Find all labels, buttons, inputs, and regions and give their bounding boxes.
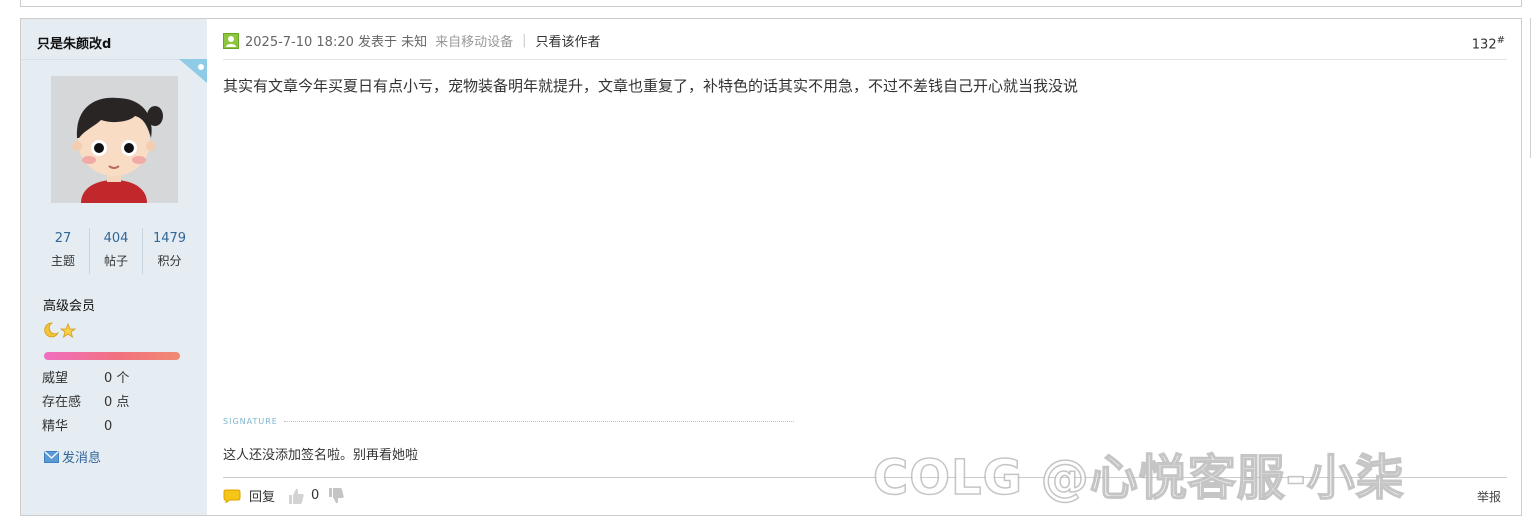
reply-button[interactable]: 回复 — [223, 486, 275, 505]
view-author-only-link[interactable]: 只看该作者 — [536, 31, 601, 50]
author-stats: 27 主题 404 帖子 1479 积分 — [37, 228, 197, 274]
stat-posts[interactable]: 404 帖子 — [90, 228, 143, 274]
stat-threads-value: 27 — [54, 231, 72, 246]
stat-threads-label: 主题 — [50, 254, 75, 268]
signature-label: SIGNATURE — [223, 417, 794, 426]
envelope-icon — [44, 450, 59, 463]
stat-threads[interactable]: 27 主题 — [37, 228, 90, 274]
support-count: 0 — [311, 488, 320, 503]
attr-prestige-value: 0 个 — [104, 371, 130, 386]
post-device: 来自移动设备 — [435, 35, 514, 50]
floor-number-value: 132 — [1471, 37, 1497, 53]
author-sidebar: 只是朱颜改d 27 主题 404 帖子 1479 积分 高级会员 威望 0 个 … — [21, 19, 207, 515]
online-ribbon-icon — [179, 59, 207, 83]
thumbs-down-icon[interactable] — [327, 487, 345, 505]
footer-divider — [223, 477, 1507, 478]
attr-prestige: 威望 0 个 — [42, 367, 129, 391]
author-name[interactable]: 只是朱颜改d — [37, 33, 111, 52]
reputation-bar — [44, 352, 180, 360]
floor-mark: # — [1496, 35, 1505, 46]
post-time: 2025-7-10 18:20 发表于 未知 — [245, 35, 428, 50]
previous-post-border — [20, 0, 1522, 7]
floor-number[interactable]: 132# — [1472, 35, 1505, 52]
attr-presence-key: 存在感 — [42, 395, 82, 410]
signature-text: 这人还没添加签名啦。别再看她啦 — [223, 448, 419, 463]
stat-credits-value: 1479 — [152, 231, 187, 246]
signature-label-text: SIGNATURE — [223, 417, 278, 426]
meta-separator: | — [522, 33, 527, 48]
attr-prestige-key: 威望 — [42, 371, 69, 386]
user-online-icon — [223, 32, 239, 49]
level-icons — [43, 322, 77, 342]
author-attributes: 威望 0 个 存在感 0 点 精华 0 — [42, 367, 129, 439]
stat-credits[interactable]: 1479 积分 — [143, 228, 196, 274]
stat-posts-value: 404 — [103, 231, 129, 246]
reply-label: 回复 — [249, 490, 276, 505]
attr-digest-value: 0 — [104, 419, 113, 434]
avatar[interactable] — [51, 76, 178, 203]
send-message-label: 发消息 — [62, 451, 102, 466]
forum-post: 只是朱颜改d 27 主题 404 帖子 1479 积分 高级会员 威望 0 个 … — [20, 18, 1522, 516]
attr-digest: 精华 0 — [42, 415, 129, 439]
star-icon — [59, 322, 77, 338]
send-message-link[interactable]: 发消息 — [44, 447, 101, 466]
post-meta: 2025-7-10 18:20 发表于 未知 来自移动设备 | 只看该作者 — [223, 31, 601, 50]
moon-icon — [44, 322, 59, 338]
attr-presence-value: 0 点 — [104, 395, 130, 410]
post-main: 2025-7-10 18:20 发表于 未知 来自移动设备 | 只看该作者 13… — [221, 19, 1507, 515]
reply-bubble-icon — [223, 489, 241, 503]
stat-credits-label: 积分 — [157, 254, 182, 268]
meta-divider — [223, 59, 1507, 60]
thumbs-up-icon[interactable] — [287, 487, 305, 505]
post-content: 其实有文章今年买夏日有点小亏，宠物装备明年就提升，文章也重复了，补特色的话其实不… — [223, 77, 1079, 95]
attr-digest-key: 精华 — [42, 419, 69, 434]
page-edge-line — [1530, 18, 1531, 158]
signature-divider — [283, 421, 794, 422]
attr-presence: 存在感 0 点 — [42, 391, 129, 415]
report-link[interactable]: 举报 — [1477, 488, 1501, 505]
avatar-image — [51, 76, 178, 203]
user-group[interactable]: 高级会员 — [43, 295, 95, 314]
post-actions: 回复 0 — [223, 486, 345, 505]
stat-posts-label: 帖子 — [103, 254, 128, 268]
